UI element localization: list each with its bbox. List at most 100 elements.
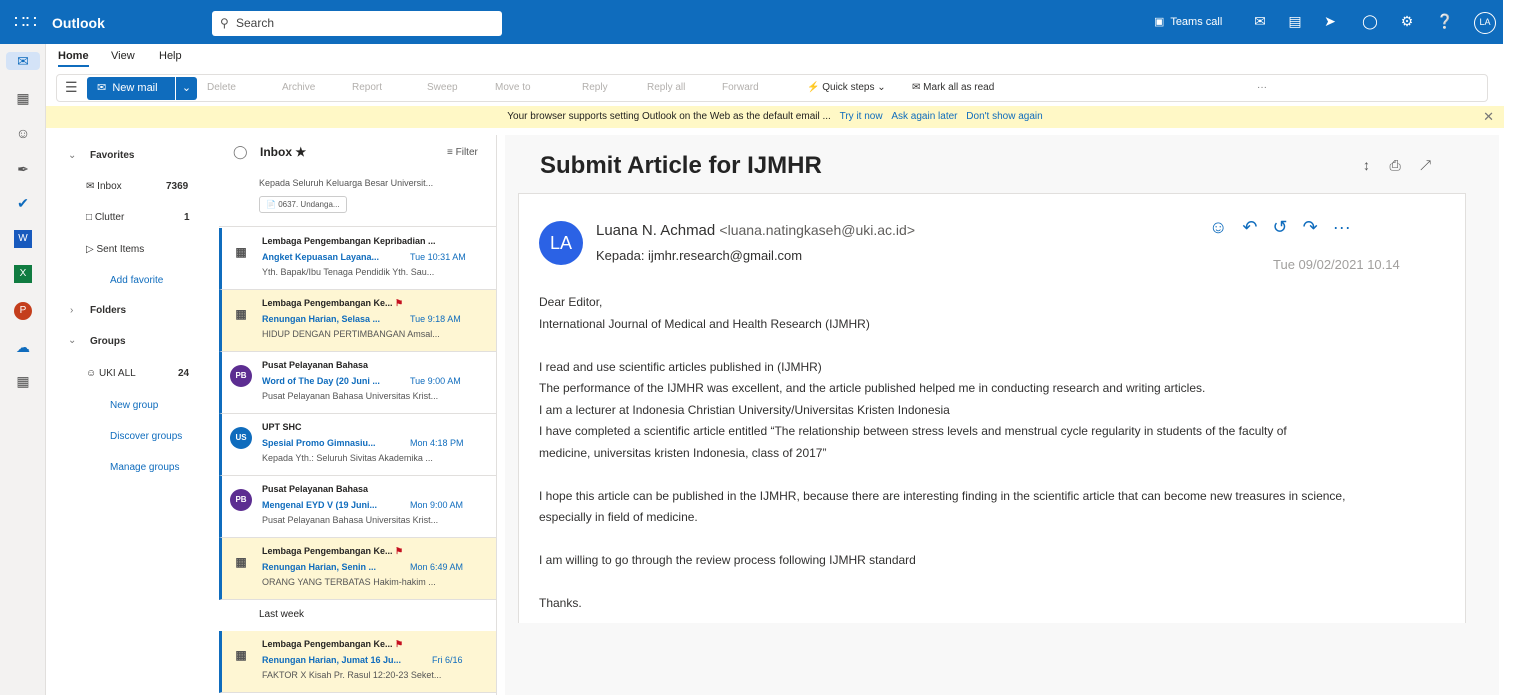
chat-icon[interactable]: ✉ <box>1250 13 1270 30</box>
gear-icon[interactable]: ⚙ <box>1397 13 1417 30</box>
list-item[interactable]: ▦ Lembaga Pengembangan Ke... ⚑ Renungan … <box>219 290 496 352</box>
folder-inbox[interactable]: ✉ Inbox <box>86 181 122 192</box>
select-all-icon[interactable]: ◯ <box>233 144 248 160</box>
list-item[interactable]: PB Pusat Pelayanan Bahasa Mengenal EYD V… <box>219 476 496 538</box>
list-item[interactable]: PB Pusat Pelayanan Bahasa Word of The Da… <box>219 352 496 414</box>
message-sender-text: Lembaga Pengembangan Ke... <box>262 639 393 649</box>
try-now-link[interactable]: Try it now <box>840 111 883 122</box>
more-icon[interactable]: ··· <box>1257 82 1267 93</box>
new-mail-label: New mail <box>112 82 158 94</box>
tab-help[interactable]: Help <box>159 50 182 62</box>
group-uki-all[interactable]: ☺ UKI ALL <box>86 368 136 379</box>
print-icon[interactable]: ⎙ <box>1389 157 1400 173</box>
powerpoint-icon[interactable]: P <box>14 302 32 320</box>
sweep-button[interactable]: Sweep <box>427 82 458 93</box>
body-line: International Journal of Medical and Hea… <box>539 316 870 331</box>
tab-home[interactable]: Home <box>58 50 89 67</box>
folder-clutter[interactable]: □ Clutter <box>86 212 124 223</box>
more-icon[interactable]: ··· <box>1333 217 1351 237</box>
attachment-chip[interactable]: 📄 0637. Undanga... <box>259 196 347 213</box>
delete-button[interactable]: Delete <box>207 82 236 93</box>
list-item[interactable]: Kepada Seluruh Keluarga Besar Universit.… <box>219 165 496 227</box>
dont-show-link[interactable]: Don't show again <box>966 111 1042 122</box>
people-icon[interactable]: ☺ <box>14 124 32 142</box>
app-launcher-icon[interactable]: ∷∷ <box>14 10 37 34</box>
inbox-count: 7369 <box>166 181 189 192</box>
chevron-down-icon[interactable]: ⌄ <box>175 77 197 100</box>
reply-all-icon[interactable]: ↺ <box>1273 217 1288 237</box>
mark-all-read-button[interactable]: ✉ Mark all as read <box>912 82 994 93</box>
calendar-icon[interactable]: ▦ <box>14 89 32 107</box>
word-icon[interactable]: W <box>14 230 32 248</box>
folder-sent[interactable]: ▷ Sent Items <box>86 244 144 255</box>
archive-button[interactable]: Archive <box>282 82 315 93</box>
flag-icon[interactable]: ⚑ <box>395 298 403 308</box>
more-apps-icon[interactable]: ▦ <box>14 372 32 390</box>
message-sender: Lembaga Pengembangan Ke... ⚑ <box>262 639 403 650</box>
body-line: medicine, universitas kristen Indonesia,… <box>539 445 827 460</box>
filter-label: Filter <box>455 147 478 158</box>
collapse-icon[interactable]: ↕ <box>1363 157 1370 173</box>
message-time: Mon 6:49 AM <box>410 562 464 572</box>
folder-sent-label: Sent Items <box>96 244 145 255</box>
reply-icon[interactable]: ↶ <box>1242 217 1257 237</box>
manage-groups-link[interactable]: Manage groups <box>110 462 180 473</box>
mail-icon[interactable]: ✉ <box>6 52 40 70</box>
message-time: Tue 9:00 AM <box>410 376 461 386</box>
folders-header[interactable]: Folders <box>90 305 126 316</box>
favorites-header[interactable]: Favorites <box>90 150 134 161</box>
search-input[interactable]: ⚲ Search <box>212 11 502 36</box>
flag-icon[interactable]: ⚑ <box>395 639 403 649</box>
menu-icon[interactable]: ☰ <box>65 79 78 96</box>
teams-call-button[interactable]: ▣ Teams call <box>1154 15 1222 28</box>
discover-groups-link[interactable]: Discover groups <box>110 431 182 442</box>
bell-icon[interactable]: ◯ <box>1360 13 1380 30</box>
flag-icon[interactable]: ⚑ <box>395 546 403 556</box>
list-item[interactable]: ▦ Lembaga Pengembangan Kepribadian ... A… <box>219 228 496 290</box>
email-from[interactable]: Luana N. Achmad <luana.natingkaseh@uki.a… <box>596 222 915 239</box>
todo-icon[interactable]: ✔ <box>14 194 32 212</box>
reply-button[interactable]: Reply <box>582 82 608 93</box>
email-actions: ☺ ↶ ↺ ↷ ··· <box>1209 217 1351 238</box>
tab-view[interactable]: View <box>111 50 135 62</box>
chevron-right-icon[interactable]: › <box>70 305 73 316</box>
share-icon[interactable]: ➤ <box>1320 13 1340 30</box>
list-item[interactable]: US UPT SHC Spesial Promo Gimnasiu... Mon… <box>219 414 496 476</box>
groups-header[interactable]: Groups <box>90 336 126 347</box>
message-sender-text: Lembaga Pengembangan Ke... <box>262 298 393 308</box>
folder-inbox-label: Inbox <box>97 181 122 192</box>
onedrive-icon[interactable]: ☁ <box>14 338 32 356</box>
email-body: Dear Editor, International Journal of Me… <box>539 292 1459 615</box>
list-header: ◯ Inbox ★ ≡ Filter <box>219 135 496 169</box>
inbox-title[interactable]: Inbox ★ <box>260 145 306 159</box>
close-icon[interactable]: ✕ <box>1483 106 1494 128</box>
list-item[interactable]: ▦ Lembaga Pengembangan Ke... ⚑ Renungan … <box>219 631 496 693</box>
open-new-window-icon[interactable]: ↗ <box>1420 157 1431 173</box>
sender-avatar[interactable]: LA <box>539 221 583 265</box>
body-line: Thanks. <box>539 596 582 610</box>
new-group-link[interactable]: New group <box>110 400 158 411</box>
move-to-button[interactable]: Move to <box>495 82 531 93</box>
app-title[interactable]: Outlook <box>52 15 105 31</box>
reply-all-button[interactable]: Reply all <box>647 82 685 93</box>
chevron-down-icon[interactable]: ⌄ <box>68 335 76 346</box>
sender-avatar: US <box>230 427 252 449</box>
notes-icon[interactable]: ▤ <box>1285 13 1305 30</box>
ask-later-link[interactable]: Ask again later <box>891 111 957 122</box>
app-rail: ✉ ▦ ☺ ✒ ✔ W X P ☁ ▦ <box>0 44 46 695</box>
list-item[interactable]: ▦ Lembaga Pengembangan Ke... ⚑ Renungan … <box>219 538 496 600</box>
forward-icon[interactable]: ↷ <box>1303 217 1318 237</box>
message-time: Fri 6/16 <box>432 655 463 665</box>
smiley-icon[interactable]: ☺ <box>1209 217 1227 237</box>
report-button[interactable]: Report <box>352 82 382 93</box>
excel-icon[interactable]: X <box>14 265 32 283</box>
filter-button[interactable]: ≡ Filter <box>447 147 478 158</box>
forward-button[interactable]: Forward <box>722 82 759 93</box>
quick-steps-button[interactable]: ⚡ Quick steps ⌄ <box>807 82 886 93</box>
user-avatar[interactable]: LA <box>1474 12 1496 34</box>
help-icon[interactable]: ❔ <box>1435 13 1455 30</box>
add-favorite-link[interactable]: Add favorite <box>110 275 163 286</box>
chevron-down-icon[interactable]: ⌄ <box>68 150 76 161</box>
new-mail-button[interactable]: ✉ New mail ⌄ <box>87 77 197 100</box>
attach-icon[interactable]: ✒ <box>14 160 32 178</box>
